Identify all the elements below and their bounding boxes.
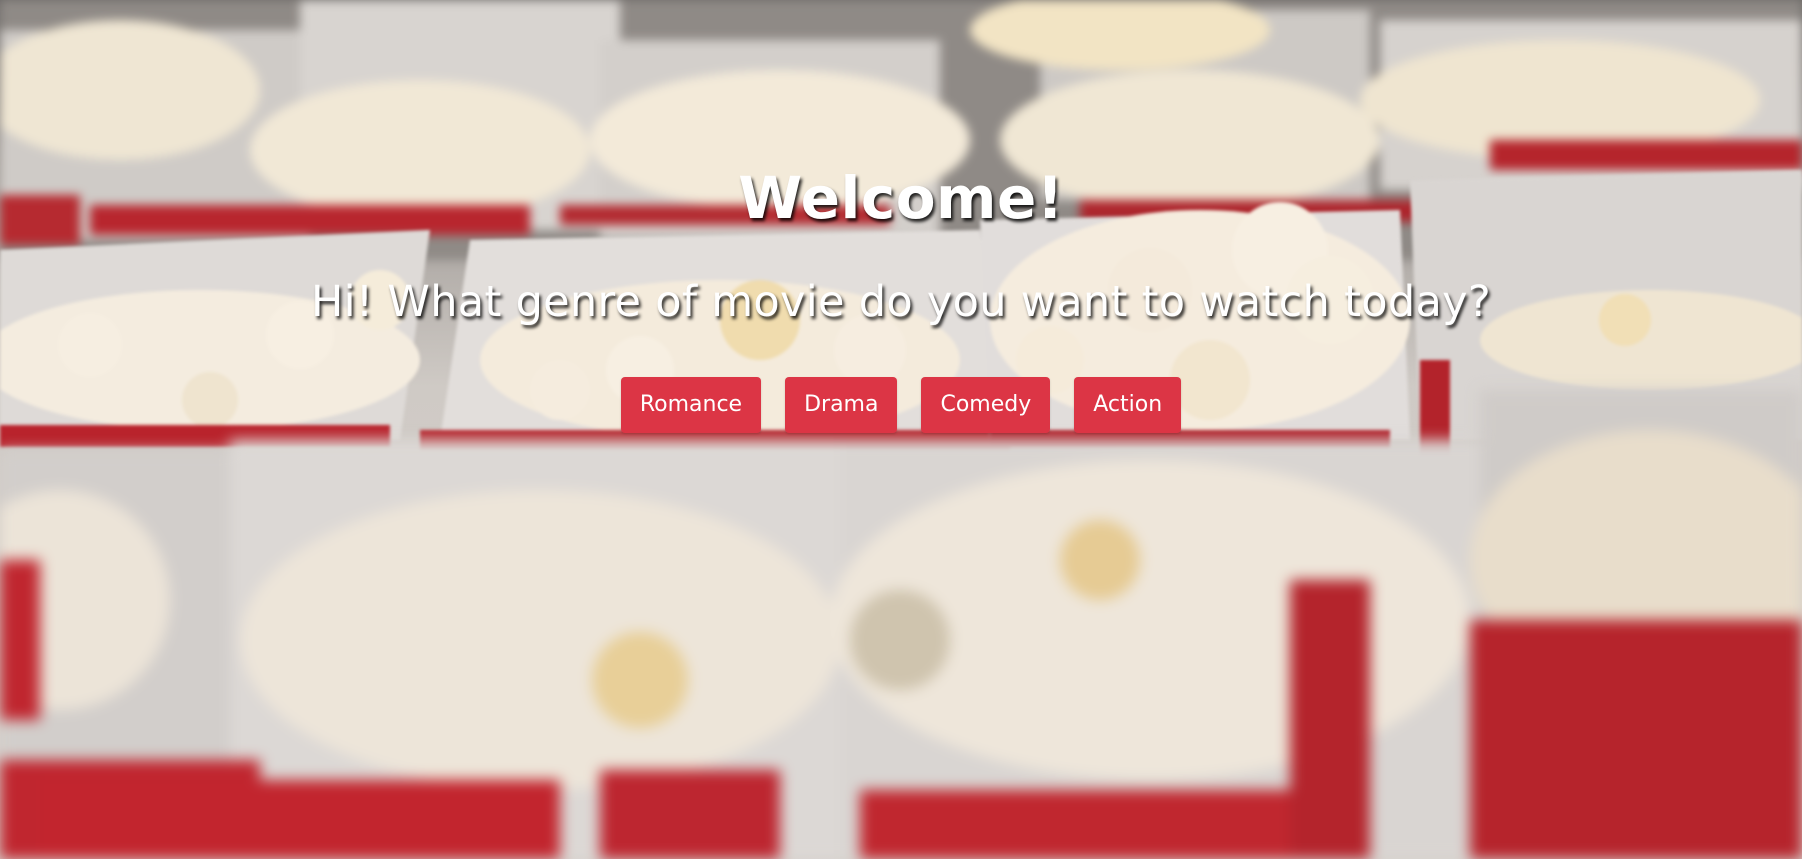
genre-question-subtitle: Hi! What genre of movie do you want to w…	[311, 277, 1491, 327]
action-button[interactable]: Action	[1074, 377, 1182, 433]
page-title: Welcome!	[738, 164, 1064, 232]
welcome-hero: Welcome! Hi! What genre of movie do you …	[0, 0, 1802, 859]
comedy-button[interactable]: Comedy	[921, 377, 1051, 433]
drama-button[interactable]: Drama	[785, 377, 898, 433]
genre-button-group: Romance Drama Comedy Action	[0, 377, 1802, 433]
romance-button[interactable]: Romance	[620, 377, 762, 433]
